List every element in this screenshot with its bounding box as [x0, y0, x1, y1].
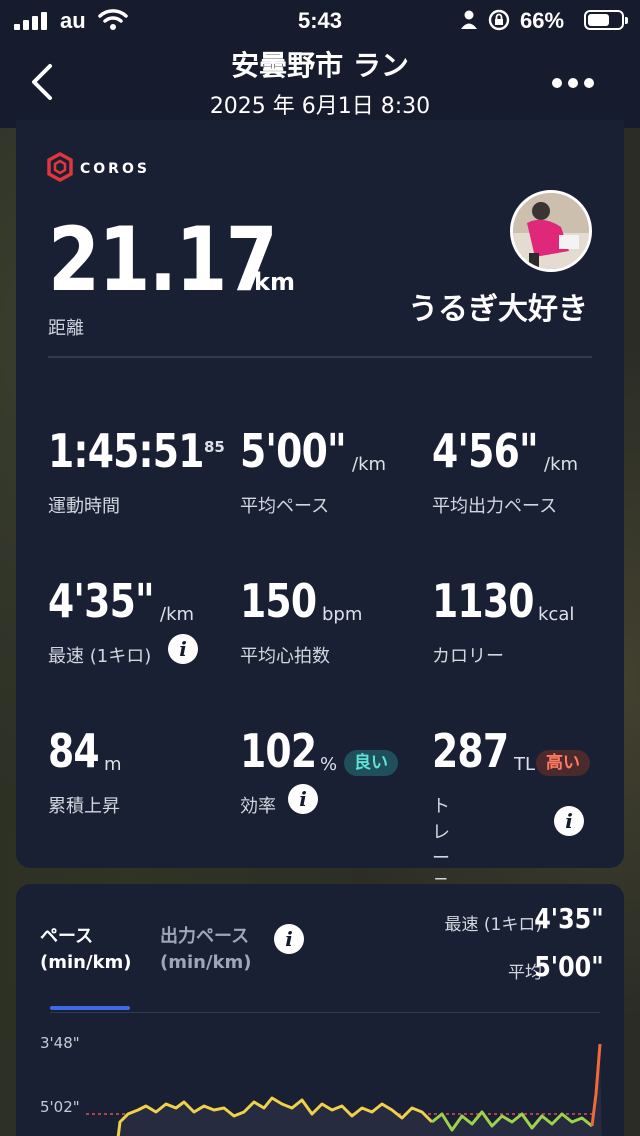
tab-pace[interactable]: ペース (min/km) — [40, 924, 132, 976]
info-icon[interactable]: i — [168, 634, 198, 664]
distance-value: 21.17 — [48, 208, 278, 311]
metric-label: 平均出力ペース — [432, 496, 558, 517]
metric-value: 84 — [48, 724, 100, 778]
metric-label: 効率 — [240, 796, 276, 817]
svg-text:COROS: COROS — [80, 161, 150, 177]
metric-unit: kcal — [538, 604, 575, 625]
efficiency-badge: 良い — [344, 750, 398, 776]
pace-chart-card: ペース (min/km) 出力ペース (min/km) i 最速 (1キロ) 4… — [16, 884, 624, 1136]
metric-label: 運動時間 — [48, 496, 120, 517]
info-icon[interactable]: i — [554, 806, 584, 836]
person-icon — [461, 10, 477, 29]
divider — [50, 1012, 600, 1013]
metric-value: 5'00" — [240, 424, 347, 478]
activity-datetime: 2025 年 6月1日 8:30 — [209, 94, 431, 119]
training-load-badge: 高い — [536, 750, 590, 776]
distance-unit: km — [254, 268, 295, 296]
metric-unit: /km — [160, 604, 195, 625]
tab-power-pace[interactable]: 出力ペース (min/km) — [160, 924, 252, 976]
metric-unit: /km — [352, 454, 387, 475]
info-icon[interactable]: i — [274, 924, 304, 954]
metric-label: カロリー — [432, 646, 504, 667]
page-title: 安曇野市 ラン — [231, 49, 409, 82]
divider — [48, 356, 592, 358]
activity-summary-card: COROS 21.17 km 距離 うるぎ大好き 1:45:51 85 運動時間… — [16, 120, 624, 999]
metric-value: 102 — [240, 724, 317, 778]
metric-sup: 85 — [204, 438, 225, 456]
metric-value: 4'56" — [432, 424, 539, 478]
user-name: うるぎ大好き — [408, 292, 588, 327]
metric-unit: TL — [514, 754, 536, 775]
rotation-lock-icon — [488, 9, 510, 31]
pace-chart[interactable] — [16, 1034, 624, 1136]
tab-power-label: 出力ペース — [160, 926, 250, 947]
metric-label: 平均心拍数 — [240, 646, 330, 667]
metric-value: 4'35" — [48, 574, 155, 628]
coros-logo: COROS — [47, 152, 150, 182]
status-bar: au 5:43 66% — [0, 0, 640, 40]
metric-unit: % — [320, 754, 338, 775]
tab-pace-unit: (min/km) — [40, 952, 132, 973]
fastest-label: 最速 (1キロ) — [444, 915, 542, 935]
battery-percentage: 66% — [520, 8, 565, 33]
metric-label: 最速 (1キロ) — [48, 646, 152, 667]
battery-icon — [584, 10, 628, 30]
metric-label: 平均ペース — [240, 496, 330, 517]
metric-label: 累積上昇 — [48, 796, 120, 817]
metric-value: 287 — [432, 724, 509, 778]
metric-value: 150 — [240, 574, 317, 628]
distance-label: 距離 — [48, 318, 84, 339]
more-options-icon[interactable] — [552, 78, 594, 90]
info-icon[interactable]: i — [288, 784, 318, 814]
metric-unit: /km — [544, 454, 579, 475]
metric-value: 1130 — [432, 574, 535, 628]
tab-active-indicator — [50, 1006, 130, 1010]
avg-value: 5'00" — [534, 950, 604, 983]
tab-pace-label: ペース — [40, 926, 94, 947]
avatar[interactable] — [510, 190, 592, 272]
tab-power-unit: (min/km) — [160, 952, 252, 973]
metric-value: 1:45:51 — [48, 424, 204, 478]
fastest-value: 4'35" — [534, 902, 604, 935]
metric-unit: m — [104, 754, 122, 775]
metric-unit: bpm — [322, 604, 363, 625]
